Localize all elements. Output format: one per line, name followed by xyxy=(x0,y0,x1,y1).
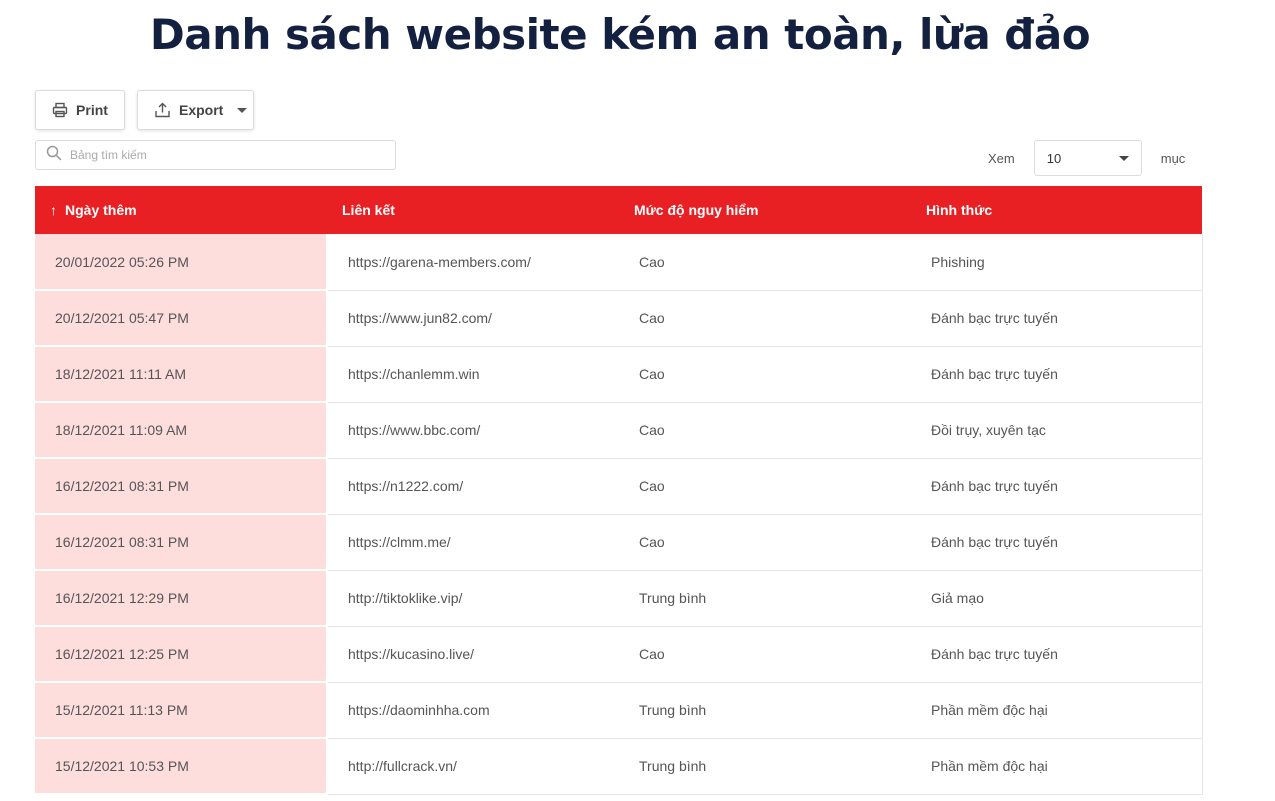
table-row: 16/12/2021 08:31 PM https://clmm.me/ Cao… xyxy=(35,514,1203,571)
cell-date: 18/12/2021 11:09 AM xyxy=(35,402,327,459)
cell-date: 15/12/2021 11:13 PM xyxy=(35,682,327,739)
cell-type: Đồi trụy, xuyên tạc xyxy=(911,402,1203,459)
cell-date: 16/12/2021 08:31 PM xyxy=(35,514,327,571)
cell-level: Cao xyxy=(619,626,911,683)
sort-arrow-up-icon: ↑ xyxy=(50,202,57,218)
cell-date: 16/12/2021 12:29 PM xyxy=(35,570,327,627)
print-button[interactable]: Print xyxy=(35,90,125,130)
search-box xyxy=(35,140,396,170)
toolbar: Print Export xyxy=(35,90,254,130)
column-header-label: Mức độ nguy hiểm xyxy=(634,202,759,218)
cell-level: Cao xyxy=(619,234,911,291)
column-header-label: Hình thức xyxy=(926,202,993,218)
cell-date: 18/12/2021 11:11 AM xyxy=(35,346,327,403)
column-header-level[interactable]: Mức độ nguy hiểm xyxy=(619,186,911,234)
cell-type: Đánh bạc trực tuyến xyxy=(911,346,1203,403)
cell-date: 16/12/2021 12:25 PM xyxy=(35,626,327,683)
page-size-label: Xem xyxy=(988,150,1015,166)
search-icon xyxy=(46,145,62,166)
search-input[interactable] xyxy=(70,148,370,162)
export-dropdown-button[interactable]: Export xyxy=(137,90,254,130)
cell-type: Đánh bạc trực tuyến xyxy=(911,458,1203,515)
websites-table: ↑ Ngày thêm Liên kết Mức độ nguy hiểm Hìn… xyxy=(35,186,1203,795)
cell-link: https://clmm.me/ xyxy=(326,514,619,571)
cell-link: https://kucasino.live/ xyxy=(326,626,619,683)
column-header-label: Liên kết xyxy=(342,202,395,218)
cell-link: https://www.bbc.com/ xyxy=(326,402,619,459)
column-header-link[interactable]: Liên kết xyxy=(327,186,619,234)
cell-type: Đánh bạc trực tuyến xyxy=(911,514,1203,571)
column-header-label: Ngày thêm xyxy=(65,202,137,218)
cell-type: Phishing xyxy=(911,234,1203,291)
table-row: 15/12/2021 11:13 PM https://daominhha.co… xyxy=(35,682,1203,739)
cell-date: 20/12/2021 05:47 PM xyxy=(35,290,327,347)
page-size-suffix: mục xyxy=(1160,150,1186,166)
printer-icon xyxy=(52,102,68,118)
cell-level: Cao xyxy=(619,290,911,347)
cell-date: 20/01/2022 05:26 PM xyxy=(35,234,327,291)
cell-link: https://daominhha.com xyxy=(326,682,619,739)
cell-type: Phần mềm độc hại xyxy=(911,738,1203,795)
chevron-down-icon xyxy=(1118,155,1129,161)
cell-link: https://n1222.com/ xyxy=(326,458,619,515)
table-row: 16/12/2021 12:25 PM https://kucasino.liv… xyxy=(35,626,1203,683)
table-row: 20/01/2022 05:26 PM https://garena-membe… xyxy=(35,234,1203,291)
cell-link: https://www.jun82.com/ xyxy=(326,290,619,347)
cell-level: Cao xyxy=(619,402,911,459)
chevron-down-icon xyxy=(237,107,248,113)
cell-link: https://garena-members.com/ xyxy=(326,234,619,291)
cell-level: Trung bình xyxy=(619,570,911,627)
column-header-type[interactable]: Hình thức xyxy=(911,186,1202,234)
table-row: 20/12/2021 05:47 PM https://www.jun82.co… xyxy=(35,290,1203,347)
cell-link: http://fullcrack.vn/ xyxy=(326,738,619,795)
cell-link: http://tiktoklike.vip/ xyxy=(326,570,619,627)
print-button-label: Print xyxy=(76,102,108,118)
page-size-select[interactable]: 10 xyxy=(1033,140,1142,176)
cell-date: 16/12/2021 08:31 PM xyxy=(35,458,327,515)
cell-type: Giả mạo xyxy=(911,570,1203,627)
page-size-value: 10 xyxy=(1046,150,1062,166)
page-size-control: Xem 10 mục xyxy=(988,140,1185,176)
cell-link: https://chanlemm.win xyxy=(326,346,619,403)
cell-level: Cao xyxy=(619,514,911,571)
cell-level: Trung bình xyxy=(619,682,911,739)
cell-level: Cao xyxy=(619,346,911,403)
table-row: 16/12/2021 12:29 PM http://tiktoklike.vi… xyxy=(35,570,1203,627)
table-row: 15/12/2021 10:53 PM http://fullcrack.vn/… xyxy=(35,738,1203,795)
table-row: 18/12/2021 11:09 AM https://www.bbc.com/… xyxy=(35,402,1203,459)
column-header-date[interactable]: ↑ Ngày thêm xyxy=(35,186,327,234)
table-row: 16/12/2021 08:31 PM https://n1222.com/ C… xyxy=(35,458,1203,515)
upload-icon xyxy=(154,102,171,118)
table-header-row: ↑ Ngày thêm Liên kết Mức độ nguy hiểm Hìn… xyxy=(35,186,1202,234)
export-button-label: Export xyxy=(179,102,224,118)
cell-type: Đánh bạc trực tuyến xyxy=(911,290,1203,347)
cell-level: Trung bình xyxy=(619,738,911,795)
cell-date: 15/12/2021 10:53 PM xyxy=(35,738,327,795)
page-title: Danh sách website kém an toàn, lừa đảo xyxy=(149,10,1091,59)
cell-type: Phần mềm độc hại xyxy=(911,682,1203,739)
cell-level: Cao xyxy=(619,458,911,515)
table-row: 18/12/2021 11:11 AM https://chanlemm.win… xyxy=(35,346,1203,403)
cell-type: Đánh bạc trực tuyến xyxy=(911,626,1203,683)
